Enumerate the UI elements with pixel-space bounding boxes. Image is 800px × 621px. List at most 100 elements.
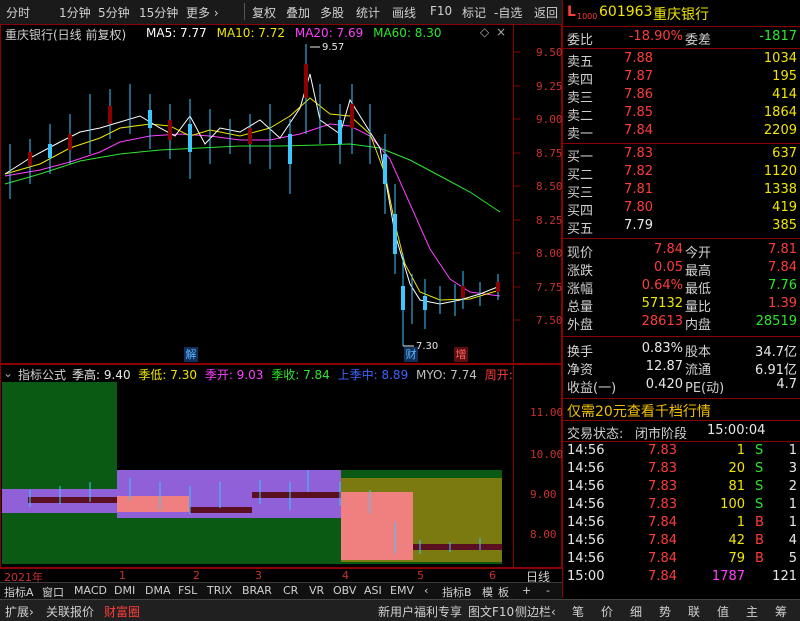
- tick-count: 5: [788, 551, 797, 566]
- toolbar-btn-biaoji[interactable]: 标记: [462, 4, 486, 21]
- candle-bodies-red: [28, 64, 500, 298]
- weibi-row: 委比 -18.90% 委差 -1817: [563, 29, 800, 48]
- tab-indicator-a[interactable]: 指标A: [4, 584, 34, 600]
- toolbar-btn-fuquan[interactable]: 复权: [252, 4, 276, 21]
- tab-trix[interactable]: TRIX: [207, 584, 232, 597]
- sidebar-toggle-button[interactable]: 侧边栏‹: [515, 603, 556, 620]
- ask-row[interactable]: 卖四 7.87 195: [563, 69, 800, 88]
- side-tab-bi[interactable]: 笔: [572, 603, 584, 620]
- tick-price: 7.84: [648, 515, 677, 530]
- toolbar-btn-diejia[interactable]: 叠加: [286, 4, 310, 21]
- toolbar-btn-zixuan[interactable]: -自选: [494, 4, 522, 21]
- stat-value: 1.39: [768, 296, 797, 311]
- tick-price: 7.84: [648, 533, 677, 548]
- tick-volume: 20: [728, 461, 745, 476]
- tab-asi[interactable]: ASI: [364, 584, 382, 597]
- ma10-line: [4, 97, 501, 301]
- toolbar-btn-5min[interactable]: 5分钟: [98, 4, 130, 21]
- tab-window[interactable]: 窗口: [42, 584, 64, 600]
- bid-row[interactable]: 买四 7.80 419: [563, 200, 800, 219]
- tab-dmi[interactable]: DMI: [114, 584, 135, 597]
- tab-scroll-left[interactable]: ‹: [424, 584, 428, 597]
- divider: [563, 420, 800, 421]
- ma20-line: [4, 123, 501, 297]
- bid-row[interactable]: 买三 7.81 1338: [563, 182, 800, 201]
- stat-label: 最高: [685, 264, 712, 279]
- stat2-value: 0.83%: [641, 341, 683, 356]
- divider: [563, 26, 800, 27]
- stat-label: 现价: [567, 246, 594, 261]
- indicator-settings-icon[interactable]: ⌄: [3, 366, 13, 380]
- tick-volume: 1: [736, 515, 745, 530]
- stat2-row: 换手 0.83% 股本 34.7亿: [563, 341, 800, 360]
- bid-row[interactable]: 买五 7.79 385: [563, 218, 800, 237]
- stat2-label: 净资: [567, 363, 594, 378]
- trade-status-value: 闭市阶段: [635, 427, 688, 442]
- toolbar-btn-15min[interactable]: 15分钟: [139, 4, 178, 21]
- tab-plus[interactable]: +: [522, 584, 531, 597]
- bid-volume: 1338: [763, 182, 797, 197]
- tick-count: 121: [772, 569, 797, 584]
- side-tab-xi[interactable]: 细: [630, 603, 642, 620]
- related-quote-button[interactable]: 关联报价: [46, 603, 94, 620]
- side-tab-jia[interactable]: 价: [601, 603, 613, 620]
- toolbar-btn-more[interactable]: 更多 ›: [186, 4, 219, 21]
- toolbar-btn-tongji[interactable]: 统计: [356, 4, 380, 21]
- side-tab-lian[interactable]: 联: [688, 603, 700, 620]
- date-label: 2: [193, 569, 200, 582]
- tab-macd[interactable]: MACD: [74, 584, 107, 597]
- side-tab-zhu[interactable]: 主: [746, 603, 758, 620]
- tab-brar[interactable]: BRAR: [242, 584, 272, 597]
- tab-dma[interactable]: DMA: [145, 584, 171, 597]
- tab-template-2[interactable]: 板: [498, 584, 509, 600]
- bid-price: 7.81: [624, 182, 653, 197]
- tick-time: 14:56: [567, 515, 605, 530]
- ask-volume: 1034: [763, 51, 797, 66]
- ask-volume: 195: [772, 69, 797, 84]
- bid-label: 买五: [567, 222, 594, 237]
- ask-row[interactable]: 卖二 7.85 1864: [563, 105, 800, 124]
- f10-graphic-button[interactable]: 图文F10: [468, 603, 514, 620]
- wealth-circle-button[interactable]: 财富圈: [104, 603, 140, 620]
- tab-minus[interactable]: -: [546, 584, 550, 597]
- toolbar-btn-1min[interactable]: 1分钟: [59, 4, 91, 21]
- date-label: 6: [489, 569, 496, 582]
- tab-cr[interactable]: CR: [283, 584, 298, 597]
- event-marker-jie[interactable]: 解: [184, 347, 198, 362]
- divider: [563, 238, 800, 239]
- ask-row[interactable]: 卖三 7.86 414: [563, 87, 800, 106]
- indicator-title[interactable]: 指标公式: [18, 366, 66, 383]
- side-tab-chou[interactable]: 筹: [775, 603, 787, 620]
- tab-emv[interactable]: EMV: [390, 584, 414, 597]
- tab-obv[interactable]: OBV: [333, 584, 356, 597]
- ask-row[interactable]: 卖一 7.84 2209: [563, 123, 800, 142]
- event-marker-cai[interactable]: 财: [404, 347, 418, 362]
- toolbar-btn-back[interactable]: 返回: [534, 4, 558, 21]
- tab-template[interactable]: 模: [482, 584, 493, 600]
- promo-link[interactable]: 仅需20元查看千档行情: [567, 401, 711, 421]
- tick-time: 14:56: [567, 443, 605, 458]
- bid-label: 买三: [567, 186, 594, 201]
- indicator-svg: [2, 382, 502, 564]
- quarter2-salmon-box: [117, 496, 189, 512]
- stat-value: 0.05: [654, 260, 683, 275]
- bid-row[interactable]: 买二 7.82 1120: [563, 164, 800, 183]
- price-tick: 7.75: [536, 281, 563, 294]
- tick-count: 4: [788, 533, 797, 548]
- expand-button[interactable]: 扩展›: [5, 603, 34, 620]
- toolbar-btn-f10[interactable]: F10: [430, 4, 452, 18]
- toolbar-btn-fenshi[interactable]: 分时: [6, 4, 30, 21]
- tab-vr[interactable]: VR: [309, 584, 324, 597]
- bid-row[interactable]: 买一 7.83 637: [563, 146, 800, 165]
- toolbar-btn-duogu[interactable]: 多股: [320, 4, 344, 21]
- bid-label: 买二: [567, 168, 594, 183]
- stock-name: 重庆银行: [653, 7, 709, 23]
- new-user-benefit-link[interactable]: 新用户福利专享: [378, 603, 462, 620]
- toolbar-btn-huaxian[interactable]: 画线: [392, 4, 416, 21]
- event-marker-zeng[interactable]: 增: [454, 347, 468, 362]
- tab-fsl[interactable]: FSL: [178, 584, 197, 597]
- side-tab-shi[interactable]: 势: [659, 603, 671, 620]
- tab-indicator-b[interactable]: 指标B: [442, 584, 472, 600]
- ask-row[interactable]: 卖五 7.88 1034: [563, 51, 800, 70]
- side-tab-zhi[interactable]: 值: [717, 603, 729, 620]
